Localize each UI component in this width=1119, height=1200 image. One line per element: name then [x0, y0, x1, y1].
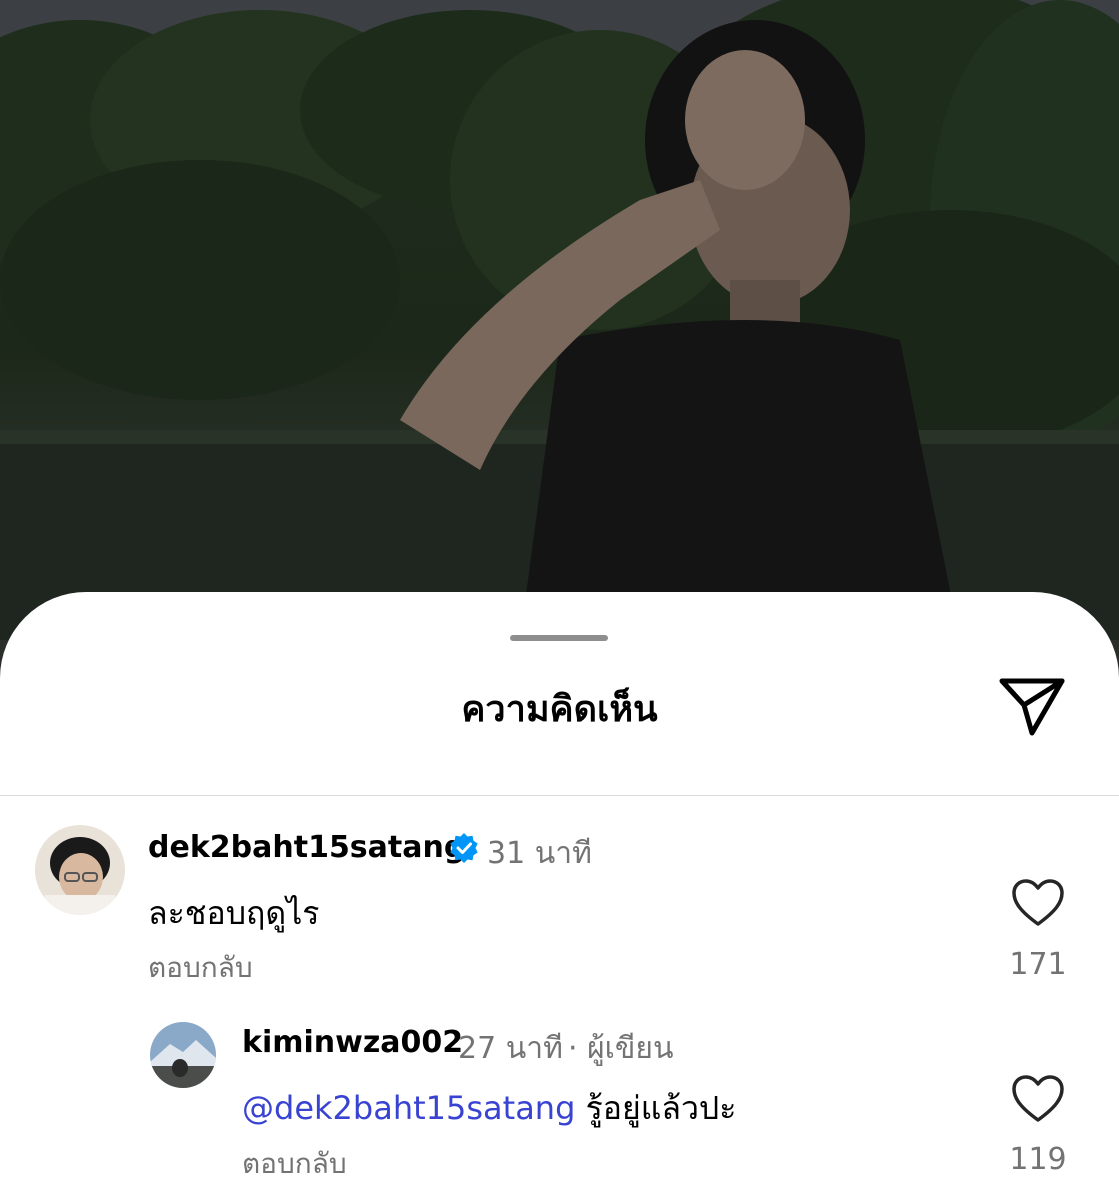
heart-icon[interactable] [1010, 1074, 1066, 1124]
reply-button[interactable]: ตอบกลับ [242, 1142, 347, 1186]
author-label: · ผู้เขียน [568, 1031, 674, 1066]
avatar[interactable] [35, 825, 125, 915]
heart-icon[interactable] [1010, 878, 1066, 928]
comment-timestamp: 27 นาที [458, 1031, 563, 1066]
comment-timestamp: 31 นาที [487, 836, 592, 871]
verified-badge-icon [450, 833, 478, 863]
comment-username[interactable]: dek2baht15satang [148, 830, 465, 865]
comment-text: รู้อยู่แล้วปะ [585, 1089, 737, 1127]
avatar[interactable] [150, 1022, 216, 1088]
share-send-icon [999, 678, 1065, 736]
like-count: 171 [1009, 947, 1067, 982]
reply-button[interactable]: ตอบกลับ [148, 946, 253, 990]
comment-text-row: @dek2baht15satang รู้อยู่แล้วปะ [242, 1083, 736, 1134]
comment-username[interactable]: kiminwza002 [242, 1025, 463, 1060]
post-photo [0, 0, 1119, 640]
sheet-divider [0, 795, 1119, 796]
comment-text: ละชอบฤดูไร [148, 894, 320, 932]
mention-link[interactable]: @dek2baht15satang [242, 1089, 575, 1127]
like-count: 119 [1009, 1142, 1067, 1177]
sheet-drag-handle[interactable] [510, 635, 608, 641]
sheet-title: ความคิดเห็น [461, 689, 658, 730]
share-button[interactable] [994, 672, 1070, 740]
